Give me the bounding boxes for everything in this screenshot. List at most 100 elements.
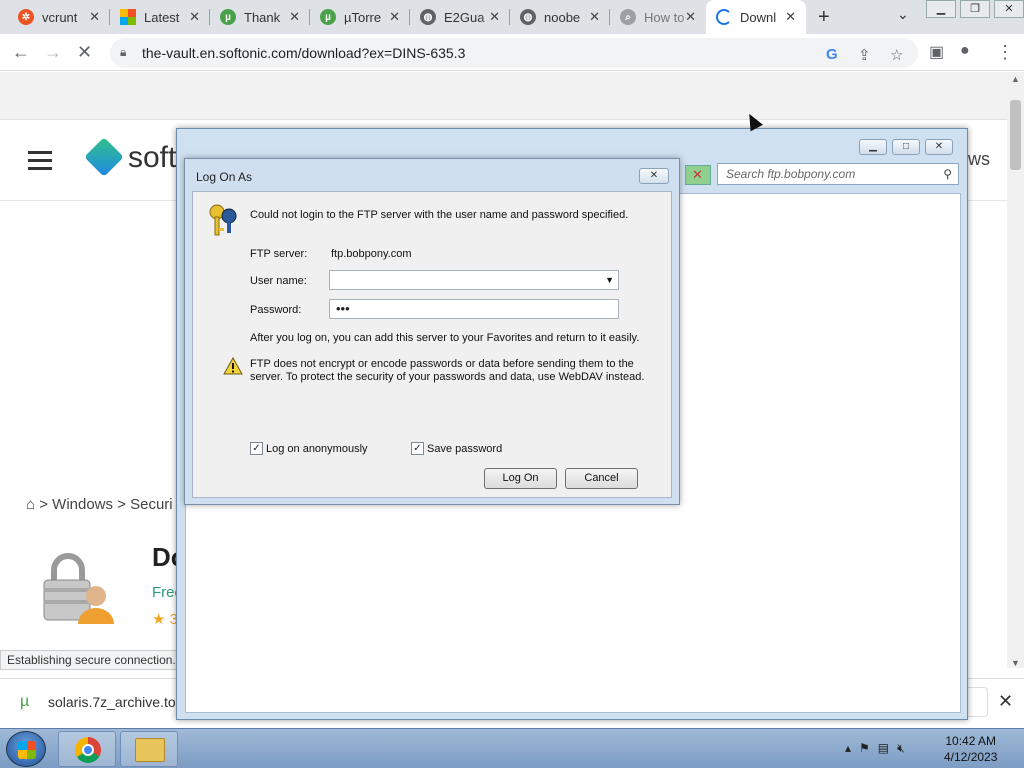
cancel-button[interactable]: Cancel xyxy=(565,468,638,489)
close-tab-icon[interactable]: ✕ xyxy=(589,9,600,25)
ftp-server-label: FTP server: xyxy=(250,248,308,260)
windows-taskbar: ▴⚑▤🔇︎ 10:42 AM 4/12/2023 xyxy=(0,728,1024,768)
save-password-checkbox[interactable]: ✓ Save password xyxy=(411,442,502,455)
forward-icon[interactable]: → xyxy=(44,42,62,63)
chevron-down-icon[interactable]: ▼ xyxy=(605,271,614,289)
rating-star-icon: ★ 3 xyxy=(152,611,178,628)
address-bar[interactable]: 🔒︎ the-vault.en.softonic.com/download?ex… xyxy=(110,38,918,68)
scrollbar-thumb[interactable] xyxy=(1010,100,1021,170)
ubuntu-icon: ✲ xyxy=(18,9,34,25)
back-icon[interactable]: ← xyxy=(12,42,30,63)
dialog-title: Log On As xyxy=(196,170,253,184)
profile-avatar-icon[interactable]: ● xyxy=(960,42,970,60)
utorrent-icon: µ xyxy=(320,9,336,25)
close-icon[interactable]: ✕ xyxy=(994,0,1024,18)
close-tab-icon[interactable]: ✕ xyxy=(189,9,200,25)
site-logo-text[interactable]: soft xyxy=(128,141,176,175)
browser-tab[interactable]: ◍ E2Gua ✕ xyxy=(410,0,510,34)
warning-icon xyxy=(223,357,243,375)
breadcrumb-text[interactable]: > Windows > Securi xyxy=(39,496,172,513)
minimize-icon[interactable]: ▁ xyxy=(926,0,956,18)
share-icon[interactable]: ⇪ xyxy=(858,46,871,64)
url-text[interactable]: the-vault.en.softonic.com/download?ex=DI… xyxy=(142,45,465,61)
restore-icon[interactable]: ❐ xyxy=(960,0,990,18)
bookmark-star-icon[interactable]: ☆ xyxy=(890,46,903,64)
username-label: User name: xyxy=(250,275,307,287)
scroll-up-icon[interactable]: ▲ xyxy=(1011,74,1020,84)
checkbox-checked-icon[interactable]: ✓ xyxy=(411,442,424,455)
explorer-search-input[interactable]: Search ftp.bobpony.com ⚲ xyxy=(717,163,959,185)
save-password-label[interactable]: Save password xyxy=(427,443,502,455)
taskbar-clock[interactable]: 10:42 AM 4/12/2023 xyxy=(944,733,997,765)
refresh-button[interactable]: ✕ xyxy=(685,165,711,185)
search-icon: ⌕ xyxy=(620,9,636,25)
browser-tab[interactable]: Latest ✕ xyxy=(110,0,210,34)
ad-banner xyxy=(0,72,1007,120)
close-tab-icon[interactable]: ✕ xyxy=(289,9,300,25)
status-bubble: Establishing secure connection... xyxy=(0,650,190,670)
windows-icon xyxy=(120,9,136,25)
ftp-server-value: ftp.bobpony.com xyxy=(331,248,412,260)
dialog-body: Could not login to the FTP server with t… xyxy=(192,191,672,498)
password-field[interactable]: ••• xyxy=(329,299,619,319)
utorrent-icon: µ xyxy=(20,693,30,710)
logon-dialog: Log On As ✕ Could not login to the FTP s… xyxy=(184,158,680,505)
home-icon[interactable]: ⌂ xyxy=(26,496,35,513)
tab-search-chevron-icon[interactable]: ⌄ xyxy=(897,6,909,23)
search-placeholder: Search ftp.bobpony.com xyxy=(726,167,856,181)
browser-tab[interactable]: ✲ vcrunt ✕ xyxy=(8,0,110,34)
globe-icon: ◍ xyxy=(420,9,436,25)
browser-tab[interactable]: µ µTorre ✕ xyxy=(310,0,410,34)
search-icon[interactable]: ⚲ xyxy=(943,164,952,184)
side-panel-icon[interactable]: ▣ xyxy=(929,42,944,62)
breadcrumb: ⌂ > Windows > Securi xyxy=(26,496,173,513)
stop-icon: ✕ xyxy=(692,167,703,182)
username-combobox[interactable]: ▼ xyxy=(329,270,619,290)
close-download-bar-icon[interactable]: ✕ xyxy=(998,691,1013,712)
window-controls: ▁ ❐ ✕ xyxy=(922,0,1024,18)
logon-button[interactable]: Log On xyxy=(484,468,557,489)
softonic-logo-icon[interactable] xyxy=(84,137,124,177)
page-scrollbar[interactable]: ▲ ▼ xyxy=(1007,72,1024,668)
clock-date: 4/12/2023 xyxy=(944,750,998,764)
new-tab-icon[interactable]: + xyxy=(818,6,830,29)
close-tab-icon[interactable]: ✕ xyxy=(89,9,100,25)
google-translate-icon[interactable]: G xyxy=(826,46,838,63)
anonymous-checkbox[interactable]: ✓ Log on anonymously xyxy=(250,442,368,455)
explorer-window-controls: ▁ □ ✕ xyxy=(854,139,953,155)
browser-tab[interactable]: ⌕ How to ✕ xyxy=(610,0,706,34)
folder-icon xyxy=(135,738,165,762)
password-label: Password: xyxy=(250,304,302,316)
maximize-icon[interactable]: □ xyxy=(892,139,920,155)
system-tray-icons[interactable]: ▴⚑▤🔇︎ xyxy=(845,741,913,756)
close-icon[interactable]: ✕ xyxy=(925,139,953,155)
scroll-down-icon[interactable]: ▼ xyxy=(1011,658,1020,668)
hamburger-menu-icon[interactable] xyxy=(28,151,52,175)
error-message: Could not login to the FTP server with t… xyxy=(250,209,629,221)
lock-icon[interactable]: 🔒︎ xyxy=(120,45,126,60)
globe-icon: ◍ xyxy=(520,9,536,25)
browser-toolbar: ← → ✕ 🔒︎ the-vault.en.softonic.com/downl… xyxy=(0,34,1024,71)
password-value[interactable]: ••• xyxy=(336,301,350,316)
download-filename[interactable]: solaris.7z_archive.torre xyxy=(48,694,193,710)
browser-tab[interactable]: ◍ noobe ✕ xyxy=(510,0,610,34)
checkbox-checked-icon[interactable]: ✓ xyxy=(250,442,263,455)
padlock-user-icon xyxy=(43,553,114,624)
utorrent-icon: µ xyxy=(220,9,236,25)
close-tab-icon[interactable]: ✕ xyxy=(785,9,796,25)
close-tab-icon[interactable]: ✕ xyxy=(489,9,500,25)
minimize-icon[interactable]: ▁ xyxy=(859,139,887,155)
taskbar-explorer-button[interactable] xyxy=(120,731,178,767)
browser-tab[interactable]: µ Thank ✕ xyxy=(210,0,310,34)
stop-loading-icon[interactable]: ✕ xyxy=(77,42,92,63)
close-tab-icon[interactable]: ✕ xyxy=(685,9,696,25)
close-icon[interactable]: ✕ xyxy=(639,168,669,184)
favorites-note: After you log on, you can add this serve… xyxy=(250,332,640,344)
start-button[interactable] xyxy=(6,731,46,767)
close-tab-icon[interactable]: ✕ xyxy=(389,9,400,25)
menu-kebab-icon[interactable]: ⋮ xyxy=(996,42,1014,63)
anonymous-label[interactable]: Log on anonymously xyxy=(266,443,368,455)
browser-tab-active[interactable]: Downl ✕ xyxy=(706,0,806,34)
taskbar-chrome-button[interactable] xyxy=(58,731,116,767)
chrome-icon xyxy=(75,737,101,763)
